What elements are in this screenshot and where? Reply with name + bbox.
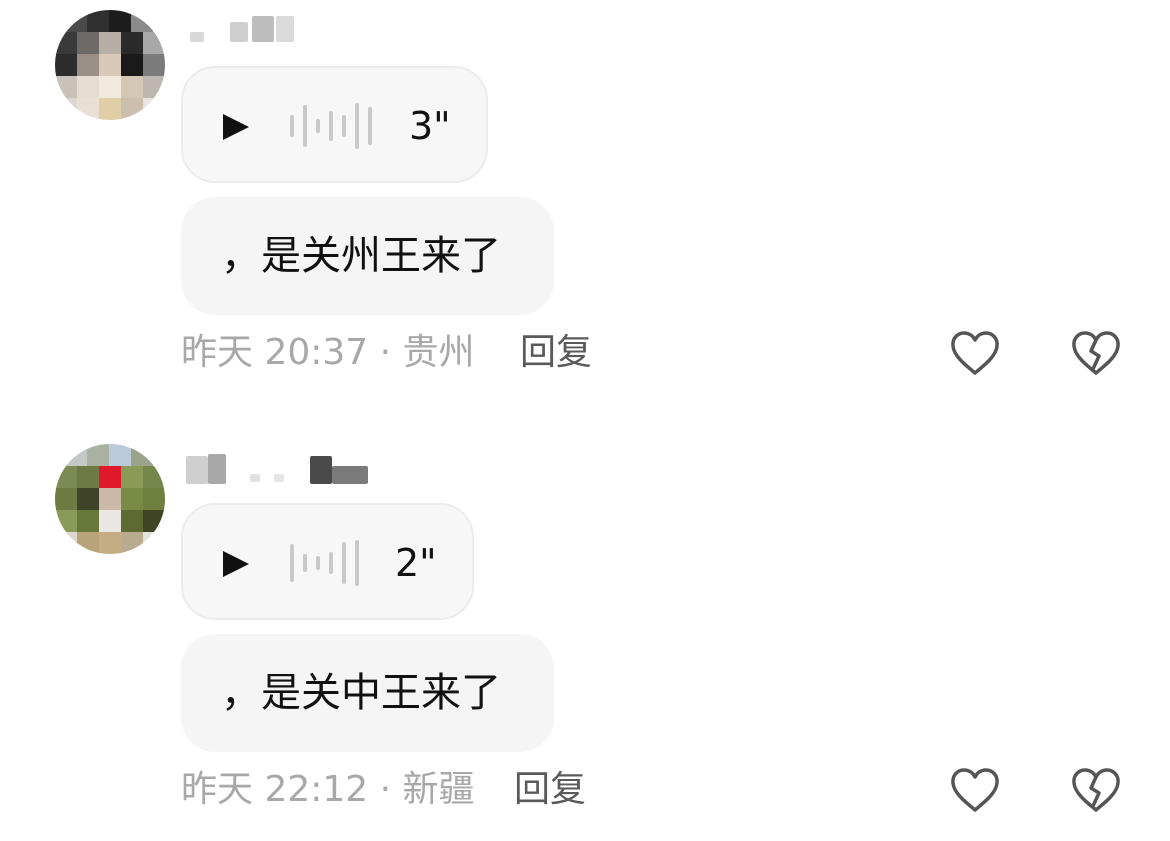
heart-outline-icon	[951, 768, 999, 812]
avatar[interactable]	[55, 444, 165, 554]
comment-text: ，是关中王来了	[221, 670, 501, 716]
waveform-icon	[290, 538, 380, 588]
voice-duration: 2"	[395, 541, 437, 585]
comment-item: 2" ，是关中王来了 昨天 22:12 · 新疆 回复	[0, 0, 1170, 841]
reply-button[interactable]: 回复	[514, 768, 586, 812]
comment-meta: 昨天 22:12 · 新疆	[181, 769, 475, 810]
play-icon[interactable]	[223, 551, 249, 577]
dislike-button[interactable]	[1070, 766, 1122, 814]
like-button[interactable]	[949, 766, 1001, 814]
broken-heart-icon	[1072, 768, 1120, 812]
comment-text-bubble: ，是关中王来了	[181, 634, 554, 752]
voice-message[interactable]: 2"	[181, 503, 474, 620]
username-redacted[interactable]	[186, 454, 376, 484]
